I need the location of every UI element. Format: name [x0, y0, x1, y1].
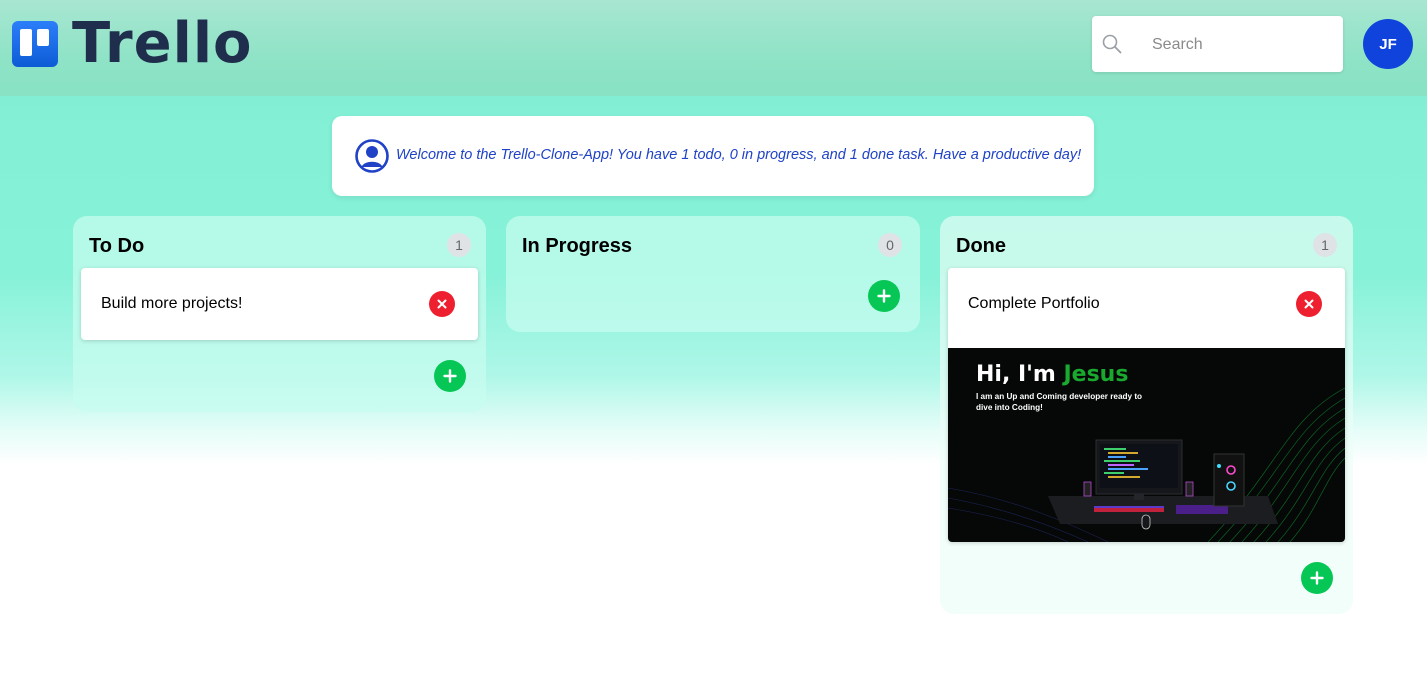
column-title: To Do: [89, 235, 145, 257]
card-title: Build more projects!: [101, 295, 243, 312]
card-cover-image: Hi, I'm Jesus I am an Up and Coming deve…: [948, 348, 1345, 542]
column-count-badge: 0: [878, 233, 902, 257]
plus-icon: [443, 369, 457, 383]
delete-card-button[interactable]: [429, 291, 455, 317]
column-count-badge: 1: [1313, 233, 1337, 257]
welcome-message: Welcome to the Trello-Clone-App! You hav…: [396, 147, 1082, 163]
add-card-button[interactable]: [1301, 562, 1333, 594]
image-headline: Hi, I'm Jesus: [976, 362, 1129, 387]
task-card[interactable]: Build more projects!: [81, 268, 478, 340]
plus-icon: [1310, 571, 1324, 585]
close-icon: [437, 299, 447, 309]
welcome-banner: Welcome to the Trello-Clone-App! You hav…: [332, 116, 1094, 196]
trello-logo[interactable]: Trello: [12, 16, 253, 72]
add-card-button[interactable]: [868, 280, 900, 312]
image-subtitle: I am an Up and Coming developer ready to…: [976, 392, 1143, 412]
column-in-progress: In Progress 0: [506, 216, 920, 332]
trello-board-icon: [12, 21, 58, 67]
column-title: Done: [956, 235, 1006, 257]
search-input[interactable]: [1150, 30, 1334, 60]
plus-icon: [877, 289, 891, 303]
card-title: Complete Portfolio: [968, 295, 1100, 312]
top-bar: Trello JF: [0, 0, 1427, 96]
search-icon: [1102, 34, 1122, 54]
add-card-button[interactable]: [434, 360, 466, 392]
task-card[interactable]: Complete Portfolio Hi, I'm Jesus I am an…: [948, 268, 1345, 542]
column-count-badge: 1: [447, 233, 471, 257]
user-avatar[interactable]: JF: [1363, 19, 1413, 69]
logo-text: Trello: [72, 11, 253, 76]
search-box[interactable]: [1092, 16, 1343, 72]
column-to-do: To Do 1 Build more projects!: [73, 216, 486, 412]
delete-card-button[interactable]: [1296, 291, 1322, 317]
column-title: In Progress: [522, 235, 633, 257]
column-done: Done 1 Complete Portfolio Hi, I'm Jesus …: [940, 216, 1353, 614]
user-circle-icon: [355, 139, 389, 173]
close-icon: [1304, 299, 1314, 309]
avatar-initials: JF: [1379, 35, 1397, 53]
